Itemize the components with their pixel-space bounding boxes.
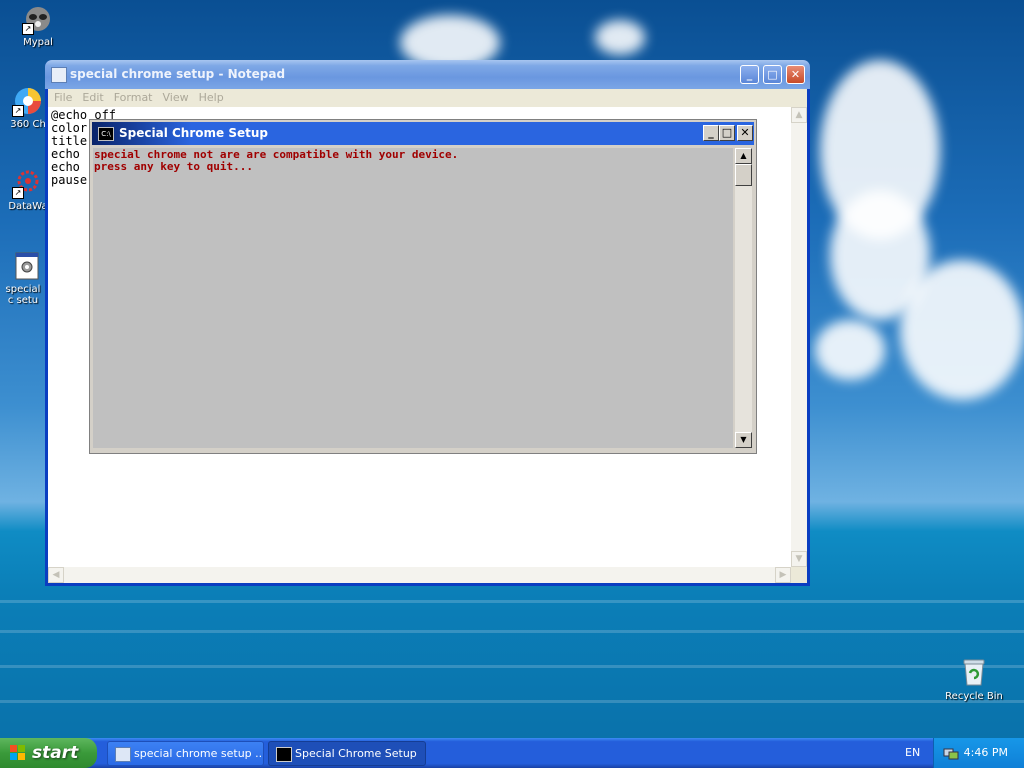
console-close-button[interactable]: ✕ bbox=[737, 125, 753, 141]
console-scroll-thumb[interactable] bbox=[735, 164, 752, 186]
shortcut-arrow-icon: ↗ bbox=[12, 187, 24, 199]
taskbar-item-console[interactable]: Special Chrome Setup bbox=[268, 741, 426, 766]
batch-file-icon bbox=[11, 250, 43, 282]
shortcut-arrow-icon: ↗ bbox=[12, 105, 24, 117]
taskbar-item-label: Special Chrome Setup bbox=[295, 747, 417, 760]
scroll-up-button[interactable]: ▲ bbox=[791, 107, 807, 123]
network-icon[interactable] bbox=[943, 746, 959, 760]
menu-view[interactable]: View bbox=[163, 89, 189, 107]
menu-file[interactable]: File bbox=[54, 89, 72, 107]
scroll-left-button[interactable]: ◀ bbox=[48, 567, 64, 583]
desktop-icon-mypal[interactable]: ↗ Mypal bbox=[2, 3, 74, 48]
menu-format[interactable]: Format bbox=[114, 89, 153, 107]
menu-help[interactable]: Help bbox=[199, 89, 224, 107]
system-tray: 4:46 PM bbox=[933, 738, 1024, 768]
console-scroll-up-button[interactable]: ▲ bbox=[735, 148, 752, 164]
desktop: ↗ Mypal ↗ 360 Ch ↗ DataWa special c setu… bbox=[0, 0, 1024, 738]
windows-flag-icon bbox=[10, 745, 25, 760]
console-title: Special Chrome Setup bbox=[119, 126, 268, 140]
language-indicator[interactable]: EN bbox=[905, 746, 920, 759]
console-line: press any key to quit... bbox=[94, 160, 253, 173]
minimize-button[interactable]: _ bbox=[740, 65, 759, 84]
notepad-titlebar[interactable]: special chrome setup - Notepad _ □ ✕ bbox=[45, 60, 810, 89]
datawave-icon: ↗ bbox=[12, 167, 44, 199]
console-scroll-down-button[interactable]: ▼ bbox=[735, 432, 752, 448]
notepad-menubar: File Edit Format View Help bbox=[48, 89, 807, 107]
scroll-down-button[interactable]: ▼ bbox=[791, 551, 807, 567]
console-titlebar[interactable]: C:\ Special Chrome Setup _ □ ✕ bbox=[92, 122, 754, 145]
console-maximize-button[interactable]: □ bbox=[719, 125, 735, 141]
taskbar-item-label: special chrome setup ... bbox=[134, 747, 264, 760]
console-output[interactable]: special chrome not are are compatible wi… bbox=[93, 148, 733, 448]
desktop-icon-label: Mypal bbox=[23, 37, 53, 48]
notepad-vertical-scrollbar[interactable]: ▲ ▼ bbox=[791, 107, 807, 567]
notepad-horizontal-scrollbar[interactable]: ◀ ▶ bbox=[48, 567, 791, 583]
start-button[interactable]: start bbox=[0, 738, 97, 768]
console-vertical-scrollbar[interactable]: ▲ ▼ bbox=[735, 148, 752, 448]
menu-edit[interactable]: Edit bbox=[82, 89, 103, 107]
console-minimize-button[interactable]: _ bbox=[703, 125, 719, 141]
console-icon bbox=[276, 747, 292, 762]
start-label: start bbox=[32, 743, 79, 763]
console-window: C:\ Special Chrome Setup _ □ ✕ special c… bbox=[89, 119, 757, 454]
taskbar: start special chrome setup ... Special C… bbox=[0, 738, 1024, 768]
close-button[interactable]: ✕ bbox=[786, 65, 805, 84]
desktop-icon-label: special c setu bbox=[5, 284, 41, 306]
desktop-icon-recycle-bin[interactable]: Recycle Bin bbox=[938, 655, 1010, 702]
notepad-icon bbox=[115, 747, 131, 762]
notepad-title: special chrome setup - Notepad bbox=[70, 67, 286, 81]
raccoon-icon: ↗ bbox=[22, 3, 54, 35]
scroll-right-button[interactable]: ▶ bbox=[775, 567, 791, 583]
taskbar-item-notepad[interactable]: special chrome setup ... bbox=[107, 741, 264, 766]
recycle-bin-icon bbox=[958, 655, 990, 687]
notepad-icon bbox=[51, 67, 67, 83]
browser-360-icon: ↗ bbox=[12, 85, 44, 117]
shortcut-arrow-icon: ↗ bbox=[22, 23, 34, 35]
maximize-button[interactable]: □ bbox=[763, 65, 782, 84]
recycle-bin-label: Recycle Bin bbox=[945, 691, 1003, 702]
clock[interactable]: 4:46 PM bbox=[964, 746, 1008, 759]
resize-grip-icon[interactable] bbox=[791, 567, 807, 583]
console-icon: C:\ bbox=[98, 127, 114, 141]
